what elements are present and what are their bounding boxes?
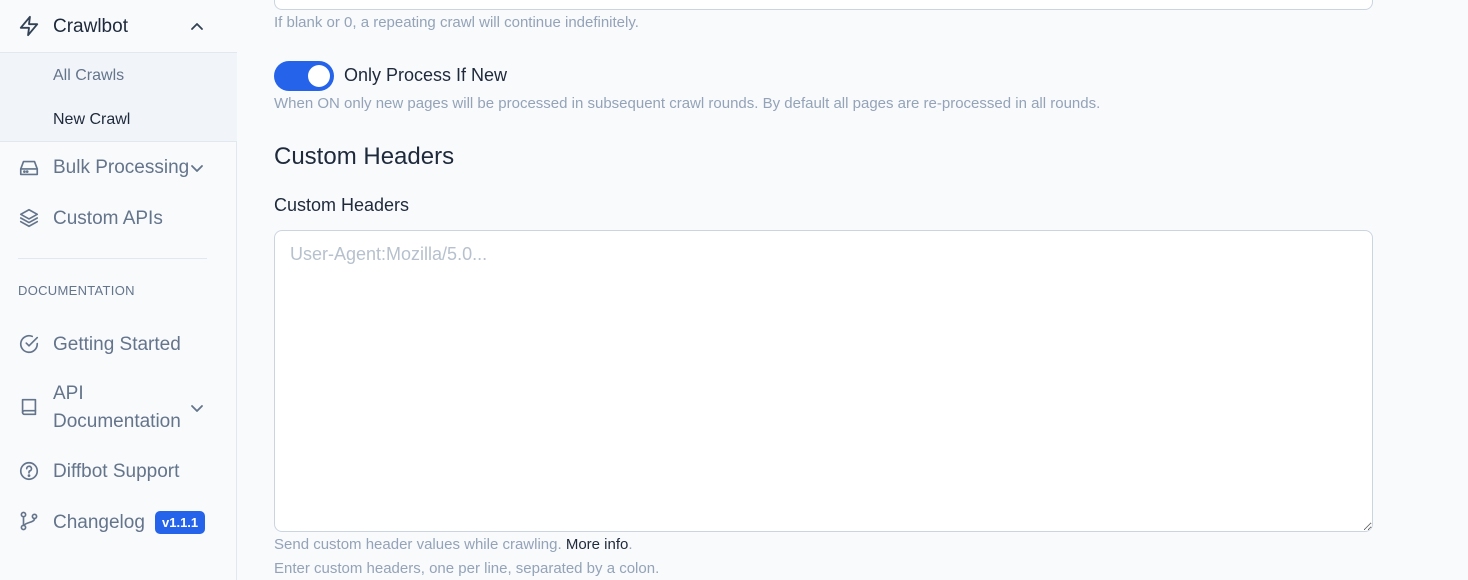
sidebar: Crawlbot All Crawls New Crawl Bulk Proce… (0, 0, 237, 580)
custom-headers-help-text: Send custom header values while crawling… (274, 536, 633, 553)
sidebar-item-label: Getting Started (53, 334, 181, 355)
help-prefix: Send custom header values while crawling… (274, 536, 566, 553)
chevron-down-icon[interactable] (189, 400, 205, 416)
only-process-help-text: When ON only new pages will be processed… (274, 95, 1101, 112)
layers-icon (19, 208, 39, 228)
repeat-help-text: If blank or 0, a repeating crawl will co… (274, 14, 639, 31)
custom-headers-help-line2: Enter custom headers, one per line, sepa… (274, 560, 660, 577)
custom-headers-textarea[interactable] (274, 230, 1373, 532)
help-circle-icon (19, 461, 39, 481)
more-info-link[interactable]: More info (566, 536, 629, 553)
only-process-if-new-label: Only Process If New (344, 65, 508, 85)
sidebar-item-label-line2: Documentation (53, 411, 181, 432)
sidebar-item-getting-started[interactable]: Getting Started (0, 324, 237, 364)
sidebar-item-label: Changelog (53, 512, 145, 533)
crawlbot-subnav: All Crawls New Crawl (0, 53, 237, 142)
help-suffix: . (628, 536, 633, 553)
chevron-up-icon[interactable] (189, 19, 205, 35)
check-circle-icon (19, 334, 39, 353)
sidebar-item-label: Diffbot Support (53, 461, 180, 482)
sidebar-item-crawlbot[interactable]: Crawlbot (0, 0, 237, 53)
chevron-down-icon[interactable] (189, 160, 205, 176)
sidebar-item-diffbot-support[interactable]: Diffbot Support (0, 451, 237, 491)
section-title: Custom Headers (274, 143, 455, 170)
toggle-knob (308, 65, 330, 87)
sidebar-item-bulk-processing[interactable]: Bulk Processing (0, 147, 237, 187)
sidebar-item-label: Custom APIs (53, 208, 163, 229)
sidebar-item-label: Crawlbot (53, 16, 128, 37)
sidebar-item-label: Bulk Processing (53, 157, 190, 178)
git-branch-icon (20, 511, 38, 531)
repeat-count-input[interactable] (274, 0, 1373, 10)
only-process-if-new-toggle[interactable] (274, 61, 334, 91)
main-content: If blank or 0, a repeating crawl will co… (238, 0, 1468, 580)
sidebar-item-label-line1: API (53, 383, 84, 404)
book-icon (21, 398, 37, 416)
sidebar-item-custom-apis[interactable]: Custom APIs (0, 198, 237, 238)
sidebar-subitem-new-crawl[interactable]: New Crawl (53, 111, 130, 129)
lightning-icon (19, 15, 39, 37)
custom-headers-label: Custom Headers (274, 195, 410, 215)
version-badge: v1.1.1 (155, 511, 206, 534)
sidebar-section-label: DOCUMENTATION (18, 283, 135, 298)
sidebar-item-api-documentation[interactable]: API Documentation (0, 380, 237, 436)
sidebar-divider (18, 258, 207, 259)
sidebar-subitem-all-crawls[interactable]: All Crawls (53, 67, 124, 85)
drive-icon (19, 160, 39, 176)
